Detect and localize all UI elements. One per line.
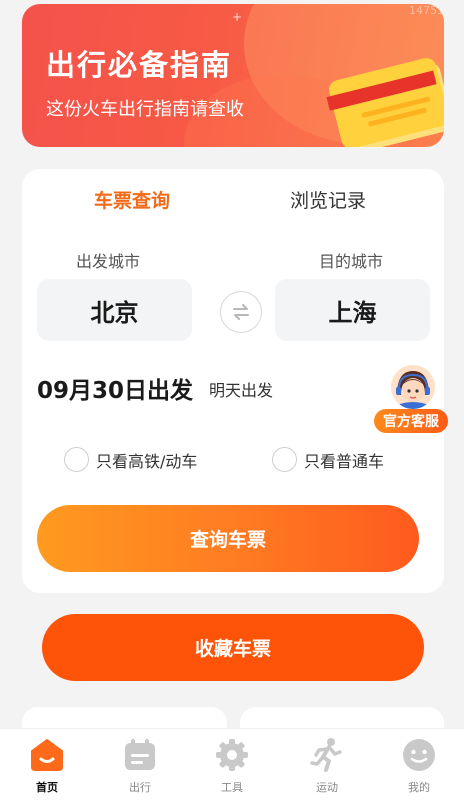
tab-label: 车票查询 [94,190,171,212]
nav-item-home[interactable]: 首页 [17,737,77,795]
tab-history[interactable]: 浏览记录 [290,186,366,213]
radio-circle [64,447,89,472]
nav-label: 运动 [316,781,338,794]
departure-date-hint: 明天出发 [209,381,274,400]
nav-label: 工具 [221,781,243,794]
nav-label: 我的 [408,781,430,794]
nav-item-mine[interactable]: 我的 [389,737,449,795]
tab-ticket-query[interactable]: 车票查询 [94,186,176,220]
plus-icon: + [232,10,243,24]
agent-avatar-icon [391,365,435,409]
filter-label: 只看高铁/动车 [96,451,198,471]
from-city-label: 出发城市 [76,252,141,271]
home-icon [31,739,63,771]
to-city-label: 目的城市 [319,252,384,271]
customer-service-avatar [391,365,435,409]
running-person-icon [310,738,342,772]
customer-service-label: 官方客服 [374,409,448,433]
smiley-face-icon [403,739,435,771]
nav-item-tools[interactable]: 工具 [202,737,262,795]
swap-cities-button[interactable] [220,291,262,333]
watermark: 14751 [409,4,444,17]
bottom-navigation: 首页 出行 工具 运动 我的 [0,728,464,800]
gear-icon [216,739,248,771]
swap-arrows-icon [233,304,249,320]
banner-subtitle: 这份火车出行指南请查收 [46,99,244,120]
radio-circle [272,447,297,472]
calendar-icon [125,739,155,770]
banner-title: 出行必备指南 [46,48,233,82]
filter-label: 只看普通车 [304,451,385,471]
filter-high-speed-checkbox[interactable]: 只看高铁/动车 [64,447,197,472]
nav-label: 首页 [36,781,58,794]
ticket-search-card: 车票查询 浏览记录 出发城市 目的城市 北京 上海 09月30日出发 明天出发 [22,169,448,593]
favorite-tickets-button[interactable]: 收藏车票 [42,614,424,681]
query-tickets-button[interactable]: 查询车票 [37,505,419,572]
ticket-illustration-icon [326,58,444,147]
tab-active-indicator [96,212,176,220]
nav-item-sport[interactable]: 运动 [297,737,357,795]
nav-label: 出行 [129,781,151,794]
from-city-selector[interactable]: 北京 [37,279,192,341]
to-city-selector[interactable]: 上海 [275,279,430,341]
departure-date-selector[interactable]: 09月30日出发 [37,371,193,405]
guide-banner[interactable]: + 14751 出行必备指南 这份火车出行指南请查收 [22,4,444,147]
nav-item-trip[interactable]: 出行 [110,737,170,795]
filter-regular-checkbox[interactable]: 只看普通车 [272,447,384,472]
customer-service-button[interactable]: 官方客服 [374,365,450,437]
